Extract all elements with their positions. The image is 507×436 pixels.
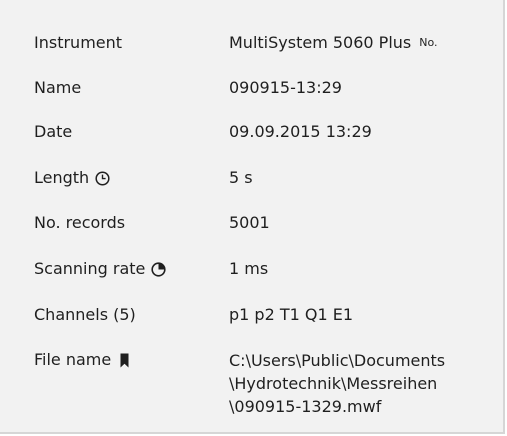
file-info-panel: Instrument MultiSystem 5060 Plus No. Name… bbox=[0, 0, 505, 434]
value-name: 090915-13:29 bbox=[229, 78, 342, 97]
label-scanning-rate-wrap: Scanning rate bbox=[34, 258, 166, 280]
value-instrument: MultiSystem 5060 Plus No. bbox=[229, 32, 438, 54]
instrument-number-label: No. bbox=[419, 36, 438, 49]
label-file-name-wrap: File name bbox=[34, 349, 132, 371]
label-instrument: Instrument bbox=[34, 33, 123, 52]
instrument-name: MultiSystem 5060 Plus bbox=[229, 33, 412, 52]
value-length: 5 s bbox=[229, 168, 253, 187]
file-path-line: \090915-1329.mwf bbox=[229, 397, 382, 416]
label-date: Date bbox=[34, 122, 73, 141]
file-path-line: C:\Users\Public\Documents bbox=[229, 351, 446, 370]
label-scanning-rate: Scanning rate bbox=[34, 259, 146, 278]
label-channels: Channels (5) bbox=[34, 305, 136, 324]
label-file-name: File name bbox=[34, 350, 112, 369]
label-length: Length bbox=[34, 168, 90, 187]
value-date: 09.09.2015 13:29 bbox=[229, 122, 372, 141]
file-path-line: \Hydrotechnik\Messreihen bbox=[229, 374, 438, 393]
value-file-name: C:\Users\Public\Documents \Hydrotechnik\… bbox=[229, 349, 499, 418]
label-length-wrap: Length bbox=[34, 167, 110, 189]
bookmark-icon bbox=[117, 353, 132, 368]
value-channels: p1 p2 T1 Q1 E1 bbox=[229, 305, 354, 324]
value-scanning-rate: 1 ms bbox=[229, 259, 269, 278]
label-name: Name bbox=[34, 78, 82, 97]
label-records: No. records bbox=[34, 213, 126, 232]
clock-icon bbox=[95, 170, 110, 186]
value-records: 5001 bbox=[229, 213, 270, 232]
pie-clock-icon bbox=[151, 261, 166, 277]
